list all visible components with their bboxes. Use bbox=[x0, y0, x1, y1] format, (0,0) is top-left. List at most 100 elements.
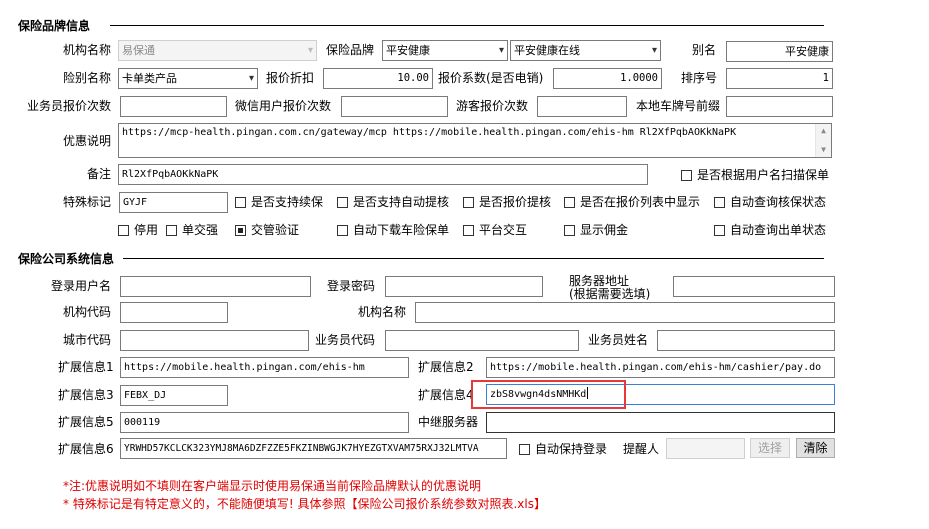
auto-query-policy-text: 自动查询核保状态 bbox=[730, 195, 827, 209]
server-addr-input[interactable] bbox=[673, 276, 835, 297]
auto-download-checkbox[interactable]: 自动下载车险保单 bbox=[337, 223, 449, 237]
coef-input[interactable]: 1.0000 bbox=[553, 68, 662, 89]
ext5-label: 扩展信息5 bbox=[58, 415, 114, 429]
annotation-highlight-box bbox=[471, 380, 626, 409]
checkbox-box[interactable] bbox=[337, 197, 348, 208]
clear-button[interactable]: 清除 bbox=[796, 438, 835, 458]
checkbox-box[interactable] bbox=[714, 197, 725, 208]
relay-label: 中继服务器 bbox=[418, 415, 479, 429]
scroll-up-icon[interactable]: ▲ bbox=[816, 124, 831, 138]
traffic-verify-checkbox[interactable]: 交管验证 bbox=[235, 223, 299, 237]
promo-textarea[interactable]: https://mcp-health.pingan.com.cn/gateway… bbox=[118, 123, 832, 158]
agent-count-input[interactable] bbox=[120, 96, 227, 117]
agent-code-input[interactable] bbox=[385, 330, 579, 351]
insurance-type-select[interactable]: 卡单类产品 ▾ bbox=[118, 68, 258, 89]
auto-login-checkbox[interactable]: 自动保持登录 bbox=[519, 442, 607, 456]
alias-input[interactable]: 平安健康 bbox=[726, 41, 833, 62]
login-pwd-input[interactable] bbox=[385, 276, 543, 297]
scan-check-text: 是否根据用户名扫描保单 bbox=[697, 168, 830, 182]
disabled-text: 停用 bbox=[134, 223, 159, 237]
brand-value: 平安健康 bbox=[386, 44, 430, 57]
show-list-text: 是否在报价列表中显示 bbox=[580, 195, 701, 209]
city-code-label: 城市代码 bbox=[63, 333, 112, 347]
traffic-verify-text: 交管验证 bbox=[251, 223, 300, 237]
brand-label: 保险品牌 bbox=[326, 43, 375, 57]
checkbox-box[interactable] bbox=[519, 444, 530, 455]
section-divider bbox=[123, 258, 824, 259]
checkbox-box[interactable] bbox=[337, 225, 348, 236]
city-code-input[interactable] bbox=[120, 330, 309, 351]
note-special: * 特殊标记是有特定意义的，不能随便填写! 具体参照【保险公司报价系统参数对照表… bbox=[63, 497, 546, 511]
login-user-label: 登录用户名 bbox=[51, 279, 112, 293]
show-commission-checkbox[interactable]: 显示佣金 bbox=[564, 223, 628, 237]
chevron-down-icon: ▾ bbox=[498, 45, 504, 56]
checkbox-box[interactable] bbox=[681, 170, 692, 181]
checkbox-box[interactable] bbox=[118, 225, 129, 236]
org-name-select[interactable]: 易保通 ▾ bbox=[118, 40, 317, 61]
scan-check-checkbox[interactable]: 是否根据用户名扫描保单 bbox=[681, 168, 829, 182]
ext1-input[interactable]: https://mobile.health.pingan.com/ehis-hm bbox=[120, 357, 409, 378]
ext5-input[interactable]: 000119 bbox=[120, 412, 409, 433]
scroll-down-icon[interactable]: ▼ bbox=[816, 143, 831, 157]
remark-input[interactable]: Rl2XfPqbAOKkNaPK bbox=[118, 164, 648, 185]
note-promo: *注:优惠说明如不填则在客户端显示时使用易保通当前保险品牌默认的优惠说明 bbox=[63, 479, 482, 493]
special-input[interactable]: GYJF bbox=[119, 192, 228, 213]
section-title-system: 保险公司系统信息 bbox=[18, 252, 115, 266]
quote-withdraw-checkbox[interactable]: 是否报价提核 bbox=[463, 195, 551, 209]
checkbox-box[interactable] bbox=[166, 225, 177, 236]
ext3-label: 扩展信息3 bbox=[58, 388, 114, 402]
show-commission-text: 显示佣金 bbox=[580, 223, 629, 237]
ext3-input[interactable]: FEBX_DJ bbox=[120, 385, 228, 406]
org-code-input[interactable] bbox=[120, 302, 228, 323]
checkbox-box[interactable] bbox=[564, 197, 575, 208]
checkbox-box[interactable] bbox=[463, 225, 474, 236]
order-input[interactable]: 1 bbox=[726, 68, 833, 89]
disabled-checkbox[interactable]: 停用 bbox=[118, 223, 158, 237]
auto-query-issue-text: 自动查询出单状态 bbox=[730, 223, 827, 237]
renew-checkbox[interactable]: 是否支持续保 bbox=[235, 195, 323, 209]
wechat-count-label: 微信用户报价次数 bbox=[235, 99, 332, 113]
checkbox-box-checked[interactable] bbox=[235, 225, 246, 236]
discount-input[interactable]: 10.00 bbox=[323, 68, 433, 89]
org-name2-label: 机构名称 bbox=[358, 305, 407, 319]
platform-text: 平台交互 bbox=[479, 223, 528, 237]
chevron-down-icon: ▾ bbox=[307, 45, 313, 56]
brand-select[interactable]: 平安健康 ▾ bbox=[382, 40, 508, 61]
auto-withdraw-checkbox[interactable]: 是否支持自动提核 bbox=[337, 195, 449, 209]
auto-query-policy-checkbox[interactable]: 自动查询核保状态 bbox=[714, 195, 826, 209]
org-name2-input[interactable] bbox=[415, 302, 835, 323]
wechat-count-input[interactable] bbox=[341, 96, 448, 117]
org-code-label: 机构代码 bbox=[63, 305, 112, 319]
auto-query-issue-checkbox[interactable]: 自动查询出单状态 bbox=[714, 223, 826, 237]
chevron-down-icon: ▾ bbox=[248, 73, 254, 84]
single-checkbox[interactable]: 单交强 bbox=[166, 223, 218, 237]
platform-checkbox[interactable]: 平台交互 bbox=[463, 223, 527, 237]
remark-label: 备注 bbox=[86, 167, 111, 181]
ext6-input[interactable]: YRWHD57KCLCK323YMJ8MA6DZFZZE5FKZINBWGJK7… bbox=[120, 438, 507, 459]
reminder-input[interactable] bbox=[666, 438, 745, 459]
promo-label: 优惠说明 bbox=[62, 134, 111, 148]
brand-sub-select[interactable]: 平安健康在线 ▾ bbox=[510, 40, 661, 61]
show-list-checkbox[interactable]: 是否在报价列表中显示 bbox=[564, 195, 700, 209]
section-title-brand: 保险品牌信息 bbox=[18, 19, 91, 33]
guest-count-input[interactable] bbox=[537, 96, 627, 117]
renew-text: 是否支持续保 bbox=[251, 195, 324, 209]
relay-input[interactable] bbox=[486, 412, 835, 433]
checkbox-box[interactable] bbox=[463, 197, 474, 208]
login-user-input[interactable] bbox=[120, 276, 311, 297]
agent-name-input[interactable] bbox=[657, 330, 835, 351]
ext4-label: 扩展信息4 bbox=[418, 388, 474, 402]
plate-prefix-input[interactable] bbox=[726, 96, 833, 117]
promo-text: https://mcp-health.pingan.com.cn/gateway… bbox=[122, 127, 737, 138]
order-label: 排序号 bbox=[681, 71, 718, 85]
select-button[interactable]: 选择 bbox=[750, 438, 790, 458]
ext2-input[interactable]: https://mobile.health.pingan.com/ehis-hm… bbox=[486, 357, 835, 378]
special-label: 特殊标记 bbox=[62, 195, 111, 209]
checkbox-box[interactable] bbox=[564, 225, 575, 236]
auto-withdraw-text: 是否支持自动提核 bbox=[353, 195, 450, 209]
vertical-scrollbar[interactable]: ▲ ▼ bbox=[815, 124, 831, 157]
checkbox-box[interactable] bbox=[714, 225, 725, 236]
checkbox-box[interactable] bbox=[235, 197, 246, 208]
plate-prefix-label: 本地车牌号前缀 bbox=[636, 99, 721, 113]
insurance-type-label: 险别名称 bbox=[62, 71, 111, 85]
